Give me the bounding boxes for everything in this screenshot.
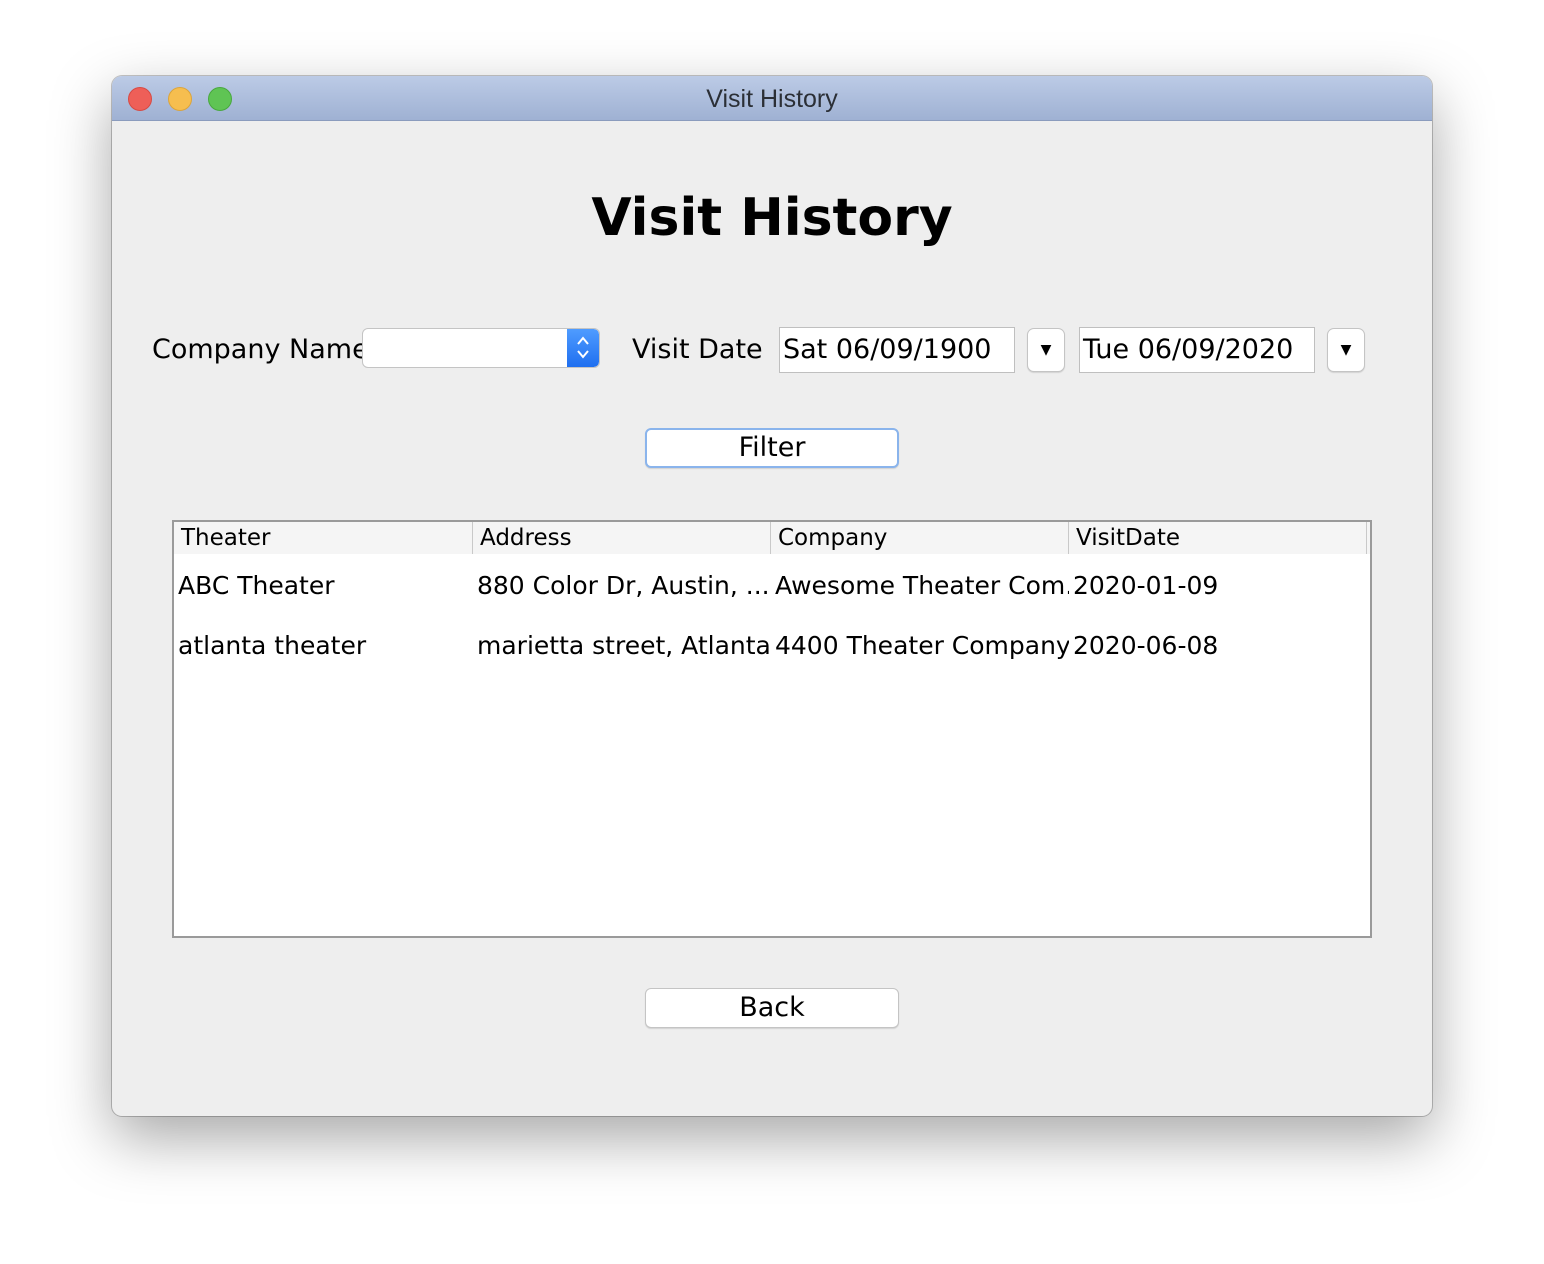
visit-date-from-field[interactable]: Sat 06/09/1900 [779, 327, 1015, 373]
visit-date-label: Visit Date [632, 334, 763, 365]
company-name-label: Company Name [152, 334, 369, 365]
column-header-company[interactable]: Company [771, 522, 1069, 554]
window-title: Visit History [706, 85, 838, 113]
visit-date-from-dropdown-button[interactable]: ▼ [1027, 328, 1065, 372]
visit-history-window: Visit History Visit History Company Name… [112, 76, 1432, 1116]
up-down-chevron-icon [567, 329, 599, 367]
column-header-theater[interactable]: Theater [174, 522, 473, 554]
visit-history-table[interactable]: Theater Address Company VisitDate ABC Th… [172, 520, 1372, 938]
column-header-visitdate[interactable]: VisitDate [1069, 522, 1367, 554]
table-cell-visitdate: 2020-06-08 [1073, 631, 1219, 660]
table-row[interactable]: atlanta theater marietta street, Atlanta… [174, 616, 1370, 676]
company-name-combobox[interactable] [362, 328, 600, 368]
table-row[interactable]: ABC Theater 880 Color Dr, Austin, ... Aw… [174, 556, 1370, 616]
column-header-address[interactable]: Address [473, 522, 771, 554]
title-bar[interactable]: Visit History [112, 76, 1432, 121]
visit-date-to-dropdown-button[interactable]: ▼ [1327, 328, 1365, 372]
table-cell-theater: atlanta theater [178, 631, 367, 660]
table-header: Theater Address Company VisitDate [174, 522, 1370, 554]
table-cell-company: 4400 Theater Company [775, 631, 1069, 660]
table-cell-visitdate: 2020-01-09 [1073, 571, 1219, 600]
triangle-down-icon: ▼ [1340, 342, 1352, 358]
visit-date-to-field[interactable]: Tue 06/09/2020 [1079, 327, 1315, 373]
back-button[interactable]: Back [645, 988, 899, 1028]
table-cell-address: 880 Color Dr, Austin, ... [477, 571, 770, 600]
page-title: Visit History [591, 188, 953, 248]
table-cell-theater: ABC Theater [178, 571, 335, 600]
table-cell-address: marietta street, Atlanta... [477, 631, 771, 660]
filter-button[interactable]: Filter [645, 428, 899, 468]
triangle-down-icon: ▼ [1040, 342, 1052, 358]
table-cell-company: Awesome Theater Com... [775, 571, 1069, 600]
